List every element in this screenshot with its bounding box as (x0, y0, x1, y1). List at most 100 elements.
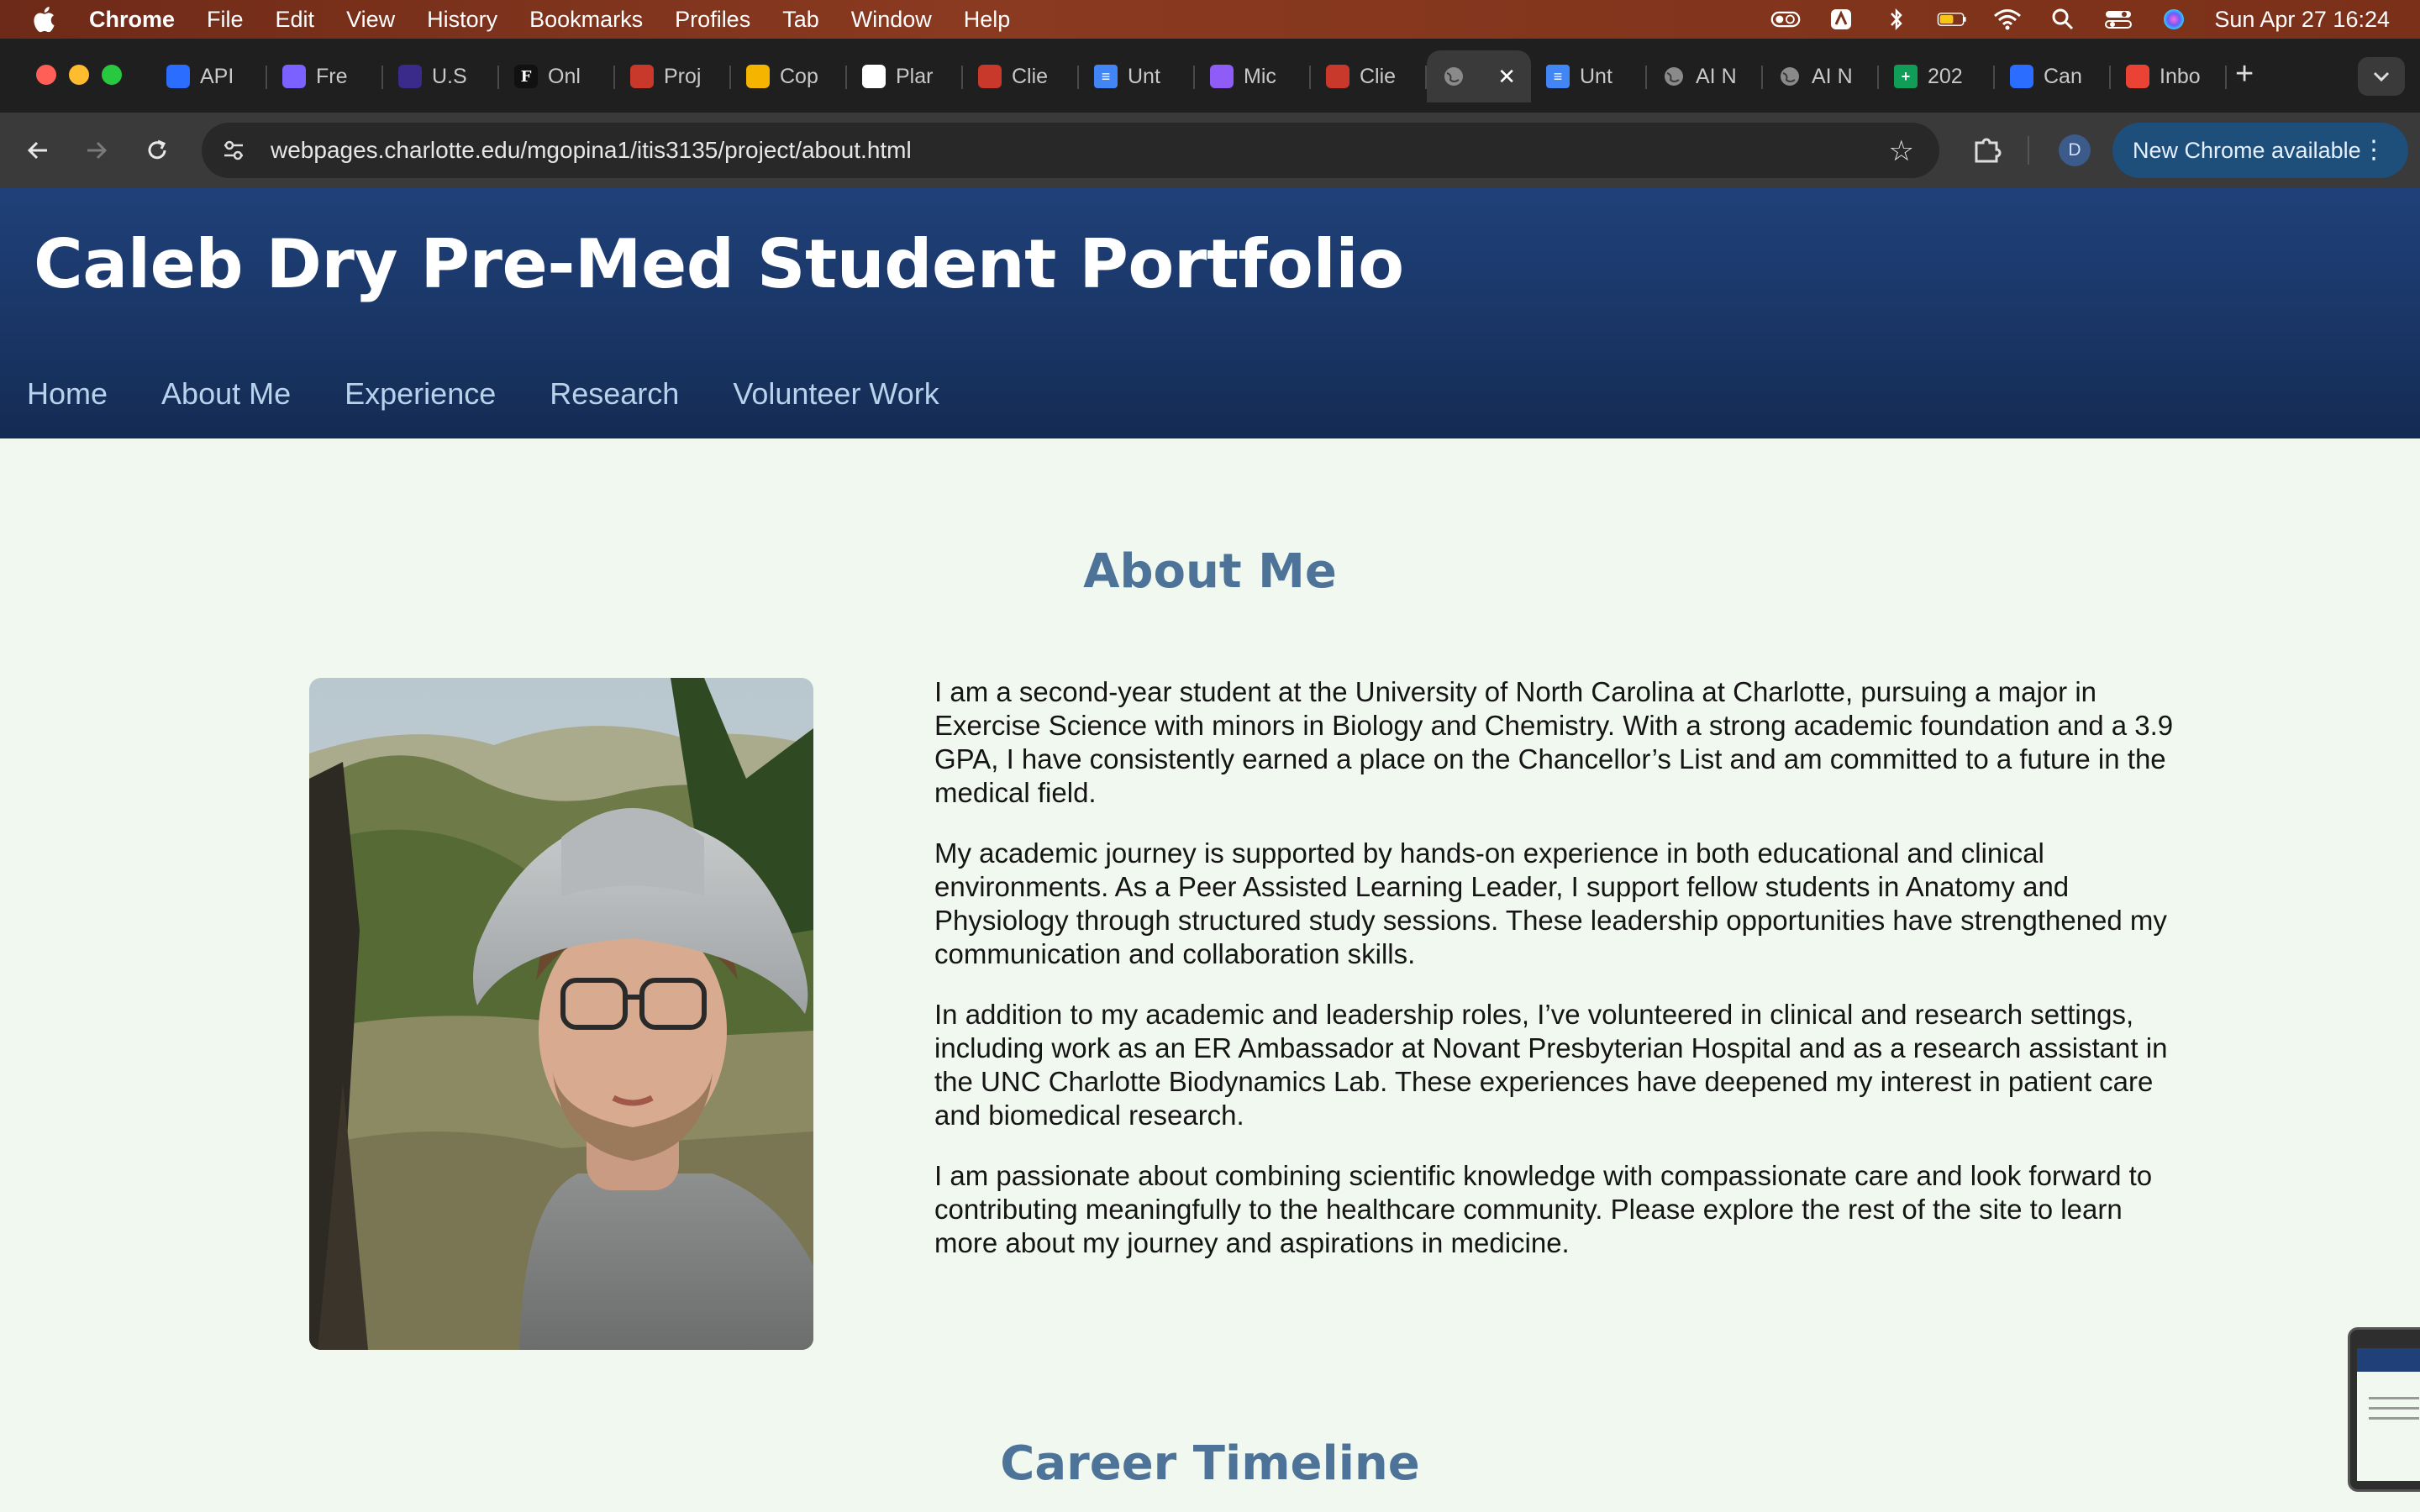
browser-toolbar: webpages.charlotte.edu/mgopina1/itis3135… (0, 113, 2420, 188)
site-title: Caleb Dry Pre-Med Student Portfolio (34, 225, 1404, 303)
browser-tab[interactable]: Mic (1195, 50, 1311, 102)
toolbar-divider (2028, 136, 2029, 165)
battery-icon[interactable] (1937, 8, 1967, 31)
address-url[interactable]: webpages.charlotte.edu/mgopina1/itis3135… (271, 137, 912, 164)
menu-help[interactable]: Help (964, 7, 1011, 33)
security-icon[interactable] (1826, 8, 1856, 31)
profile-avatar[interactable]: D (2059, 134, 2091, 166)
new-chrome-available-button[interactable]: New Chrome available ⋮ (2112, 123, 2408, 178)
about-me-heading: About Me (1083, 544, 1337, 599)
address-bar[interactable]: webpages.charlotte.edu/mgopina1/itis3135… (202, 123, 1939, 178)
browser-tab[interactable]: Proj (615, 50, 731, 102)
menu-history[interactable]: History (427, 7, 497, 33)
wifi-icon[interactable] (1992, 8, 2023, 31)
menu-view[interactable]: View (346, 7, 395, 33)
controls-icon[interactable] (2103, 8, 2133, 31)
tab-label: AI N (1812, 64, 1853, 88)
browser-tab[interactable]: +202 (1879, 50, 1995, 102)
apple-menu-icon[interactable] (30, 4, 60, 34)
reload-icon (148, 139, 166, 160)
tab-label: U.S (432, 64, 467, 88)
nav-link-experience[interactable]: Experience (345, 376, 496, 412)
browser-tab[interactable]: Cop (731, 50, 847, 102)
bio-paragraph: I am a second-year student at the Univer… (934, 676, 2174, 808)
bluetooth-icon[interactable] (1881, 8, 1912, 31)
menu-file[interactable]: File (207, 7, 244, 33)
openai-icon (862, 65, 886, 88)
career-timeline-heading: Career Timeline (1000, 1436, 1420, 1491)
bookmark-star-icon[interactable]: ☆ (1889, 134, 1914, 168)
gear-logo-icon (978, 65, 1002, 88)
tab-active[interactable]: ✕ (1427, 50, 1531, 102)
tab-search-button[interactable] (2358, 57, 2405, 96)
thumbnail-body (2357, 1372, 2420, 1481)
new-tab-button[interactable]: + (2235, 57, 2254, 91)
nav-link-volunteer-work[interactable]: Volunteer Work (733, 376, 939, 412)
screenshot-preview-thumbnail[interactable] (2348, 1327, 2420, 1492)
tab-label: Can (2044, 64, 2082, 88)
globe-icon (1778, 65, 1802, 88)
tab-label: Unt (1128, 64, 1160, 88)
close-tab-icon[interactable]: ✕ (1497, 64, 1516, 90)
siri-icon[interactable] (2159, 8, 2189, 31)
forward-button[interactable] (76, 129, 118, 171)
menu-tab[interactable]: Tab (782, 7, 819, 33)
docs-icon: ≡ (1546, 65, 1570, 88)
browser-tab[interactable]: AI N (1647, 50, 1763, 102)
thumbnail-line (2369, 1417, 2419, 1420)
menu-bookmarks[interactable]: Bookmarks (529, 7, 643, 33)
tab-list: API Fre U.S F Onl Proj Cop Plar Clie ≡ Unt Mic Clie ✕… (151, 50, 2227, 102)
main-content: About Me I am a second-year student at t… (0, 438, 2420, 1512)
window-minimize-button[interactable] (69, 65, 89, 85)
tab-label: Unt (1580, 64, 1612, 88)
browser-tab[interactable]: API (151, 50, 267, 102)
menu-profiles[interactable]: Profiles (675, 7, 750, 33)
tab-label: Onl (548, 64, 581, 88)
sheets-icon: + (1894, 65, 1918, 88)
browser-tab[interactable]: Inbo (2111, 50, 2227, 102)
tab-label: Plar (896, 64, 934, 88)
browser-tab[interactable]: Fre (267, 50, 383, 102)
nav-link-about-me[interactable]: About Me (161, 376, 291, 412)
kebab-menu-icon[interactable]: ⋮ (2361, 138, 2386, 163)
menubar-status-area: Sun Apr 27 16:24 (1770, 0, 2390, 39)
browser-tab[interactable]: Clie (963, 50, 1079, 102)
docs-icon: ≡ (1094, 65, 1118, 88)
browser-tab[interactable]: Clie (1311, 50, 1427, 102)
site-info-icon[interactable] (217, 134, 250, 167)
menu-edit[interactable]: Edit (276, 7, 315, 33)
arrow-left-icon (27, 141, 47, 160)
spotlight-search-icon[interactable] (2048, 8, 2078, 31)
control-center-icon[interactable] (1770, 8, 1801, 31)
menu-app-name[interactable]: Chrome (89, 7, 175, 33)
browser-tab[interactable]: U.S (383, 50, 499, 102)
window-zoom-button[interactable] (102, 65, 122, 85)
gmail-icon (2126, 65, 2149, 88)
menu-window[interactable]: Window (851, 7, 932, 33)
macos-menu-bar: Chrome File Edit View History Bookmarks … (0, 0, 2420, 39)
nav-link-research[interactable]: Research (550, 376, 679, 412)
window-close-button[interactable] (36, 65, 56, 85)
browser-tab[interactable]: Plar (847, 50, 963, 102)
site-nav: Home About Me Experience Research Volunt… (27, 376, 993, 412)
openai-icon (166, 65, 190, 88)
browser-tab-strip: API Fre U.S F Onl Proj Cop Plar Clie ≡ Unt Mic Clie ✕… (0, 39, 2420, 113)
back-button[interactable] (17, 129, 59, 171)
browser-tab[interactable]: ≡ Unt (1079, 50, 1195, 102)
browser-tab[interactable]: ≡ Unt (1531, 50, 1647, 102)
chevron-down-icon (2373, 71, 2390, 82)
thumbnail-line (2369, 1397, 2419, 1399)
slides-icon (746, 65, 770, 88)
globe-icon (1662, 65, 1686, 88)
browser-tab[interactable]: F Onl (499, 50, 615, 102)
menubar-clock[interactable]: Sun Apr 27 16:24 (2214, 7, 2390, 33)
extensions-puzzle-icon[interactable] (1968, 131, 2007, 170)
layers-icon (282, 65, 306, 88)
browser-tab[interactable]: AI N (1763, 50, 1879, 102)
browser-tab[interactable]: Can (1995, 50, 2111, 102)
bio-paragraph: In addition to my academic and leadershi… (934, 999, 2168, 1131)
reload-button[interactable] (136, 129, 178, 171)
nav-link-home[interactable]: Home (27, 376, 108, 412)
tab-label: Fre (316, 64, 348, 88)
thumbnail-header (2357, 1348, 2420, 1372)
